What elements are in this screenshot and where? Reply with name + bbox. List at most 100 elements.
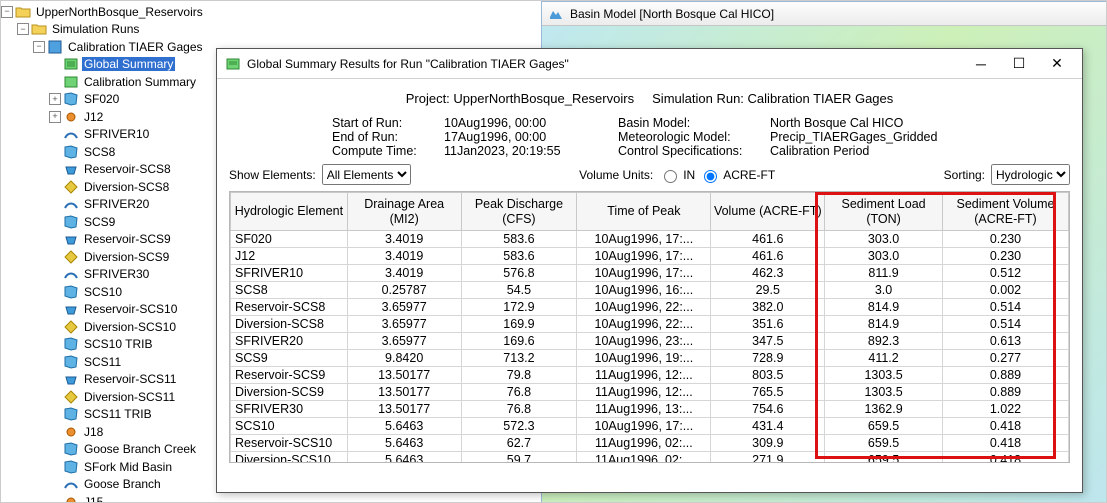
tree-toggle[interactable]: − [33,41,45,53]
cell-sv: 0.277 [942,350,1068,367]
tree-toggle[interactable] [49,251,61,263]
tree-toggle[interactable] [49,321,61,333]
project-info-line: Project: UpperNorthBosque_Reservoirs Sim… [229,91,1070,106]
table-row[interactable]: Reservoir-SCS83.65977172.910Aug1996, 22:… [231,299,1069,316]
tree-toggle[interactable] [49,303,61,315]
tree-toggle[interactable] [49,443,61,455]
show-elements-select[interactable]: All Elements [322,164,411,185]
tree-toggle[interactable] [49,198,61,210]
tree-toggle[interactable] [49,426,61,438]
simrun-label: Simulation Run: [652,91,744,106]
reach-icon [63,266,79,282]
col-drainage-area[interactable]: Drainage Area (MI2) [347,193,461,231]
sorting-select[interactable]: Hydrologic [991,164,1070,185]
tree-toggle[interactable] [49,356,61,368]
subbasin-icon [63,459,79,475]
tree-toggle[interactable] [49,181,61,193]
cell-tp: 10Aug1996, 23:... [577,333,711,350]
cell-sv: 0.514 [942,299,1068,316]
col-time-of-peak[interactable]: Time of Peak [577,193,711,231]
tree-label: Calibration Summary [82,75,198,89]
table-row[interactable]: Reservoir-SCS913.5017779.811Aug1996, 12:… [231,367,1069,384]
tree-toggle[interactable] [49,496,61,503]
cell-da: 3.4019 [347,231,461,248]
col-sediment-load[interactable]: Sediment Load (TON) [825,193,943,231]
tree-label: Reservoir-SCS11 [82,372,178,386]
met-label: Meteorologic Model: [618,130,768,144]
tree-toggle[interactable] [49,408,61,420]
cell-sl: 303.0 [825,231,943,248]
table-row[interactable]: SCS80.2578754.510Aug1996, 16:...29.53.00… [231,282,1069,299]
cell-sl: 411.2 [825,350,943,367]
results-table-wrap[interactable]: Hydrologic Element Drainage Area (MI2) P… [229,191,1070,463]
start-value: 10Aug1996, 00:00 [444,116,574,130]
tree-label: Global Summary [82,57,175,71]
cell-sv: 0.002 [942,282,1068,299]
table-row[interactable]: Diversion-SCS83.65977169.910Aug1996, 22:… [231,316,1069,333]
maximize-button[interactable]: ☐ [1000,51,1038,77]
run-icon [47,39,63,55]
cell-vo: 29.5 [711,282,825,299]
table-row[interactable]: SCS105.6463572.310Aug1996, 17:...431.465… [231,418,1069,435]
ctrl-label: Control Specifications: [618,144,768,158]
tree-toggle[interactable] [49,163,61,175]
tree-item[interactable]: J15 [1,493,536,503]
subbasin-icon [63,214,79,230]
table-row[interactable]: SFRIVER103.4019576.810Aug1996, 17:...462… [231,265,1069,282]
tree-root[interactable]: − UpperNorthBosque_Reservoirs [1,3,536,21]
cell-sv: 0.889 [942,367,1068,384]
table-row[interactable]: Diversion-SCS105.646359.711Aug1996, 02:.… [231,452,1069,464]
cell-vo: 347.5 [711,333,825,350]
cell-da: 3.65977 [347,333,461,350]
tree-toggle[interactable] [49,391,61,403]
tree-toggle[interactable]: + [49,111,61,123]
tree-toggle[interactable]: − [17,23,29,35]
tree-toggle[interactable]: − [1,6,13,18]
col-volume[interactable]: Volume (ACRE-FT) [711,193,825,231]
table-row[interactable]: SF0203.4019583.610Aug1996, 17:...461.630… [231,231,1069,248]
tree-toggle[interactable] [49,146,61,158]
reservoir-icon [63,301,79,317]
basin-icon [548,6,564,22]
col-element[interactable]: Hydrologic Element [231,193,348,231]
minimize-button[interactable]: ─ [962,51,1000,77]
unit-in-radio[interactable]: IN [659,167,695,183]
table-row[interactable]: SFRIVER203.65977169.610Aug1996, 23:...34… [231,333,1069,350]
col-peak-discharge[interactable]: Peak Discharge (CFS) [461,193,577,231]
tree-toggle[interactable] [49,216,61,228]
tree-toggle[interactable] [49,286,61,298]
junction-icon [63,494,79,503]
dialog-body: Project: UpperNorthBosque_Reservoirs Sim… [217,79,1082,463]
table-row[interactable]: J123.4019583.610Aug1996, 17:...461.6303.… [231,248,1069,265]
tree-toggle[interactable]: + [49,93,61,105]
dialog-titlebar[interactable]: Global Summary Results for Run "Calibrat… [217,49,1082,79]
cell-da: 5.6463 [347,435,461,452]
table-row[interactable]: SCS99.8420713.210Aug1996, 19:...728.9411… [231,350,1069,367]
map-title: Basin Model [North Bosque Cal HICO] [570,7,774,21]
junction-icon [63,424,79,440]
tree-toggle[interactable] [49,268,61,280]
cell-da: 3.65977 [347,316,461,333]
tree-toggle[interactable] [49,128,61,140]
table-row[interactable]: Diversion-SCS913.5017776.811Aug1996, 12:… [231,384,1069,401]
tree-toggle[interactable] [49,478,61,490]
cell-vo: 431.4 [711,418,825,435]
tree-label: Simulation Runs [50,22,141,36]
tree-toggle[interactable] [49,338,61,350]
close-button[interactable]: ✕ [1038,51,1076,77]
tree-label: SF020 [82,92,121,106]
tree-toggle[interactable] [49,373,61,385]
tree-toggle[interactable] [49,233,61,245]
unit-in-label: IN [683,168,695,182]
table-row[interactable]: Reservoir-SCS105.646362.711Aug1996, 02:.… [231,435,1069,452]
tree-toggle[interactable] [49,461,61,473]
cell-vo: 803.5 [711,367,825,384]
tree-folder-simruns[interactable]: − Simulation Runs [1,21,536,39]
unit-acft-radio[interactable]: ACRE-FT [699,167,775,183]
col-sediment-volume[interactable]: Sediment Volume (ACRE-FT) [942,193,1068,231]
summary-icon [63,74,79,90]
table-row[interactable]: SFRIVER3013.5017776.811Aug1996, 13:...75… [231,401,1069,418]
cell-da: 5.6463 [347,418,461,435]
cell-pd: 172.9 [461,299,577,316]
end-label: End of Run: [332,130,442,144]
